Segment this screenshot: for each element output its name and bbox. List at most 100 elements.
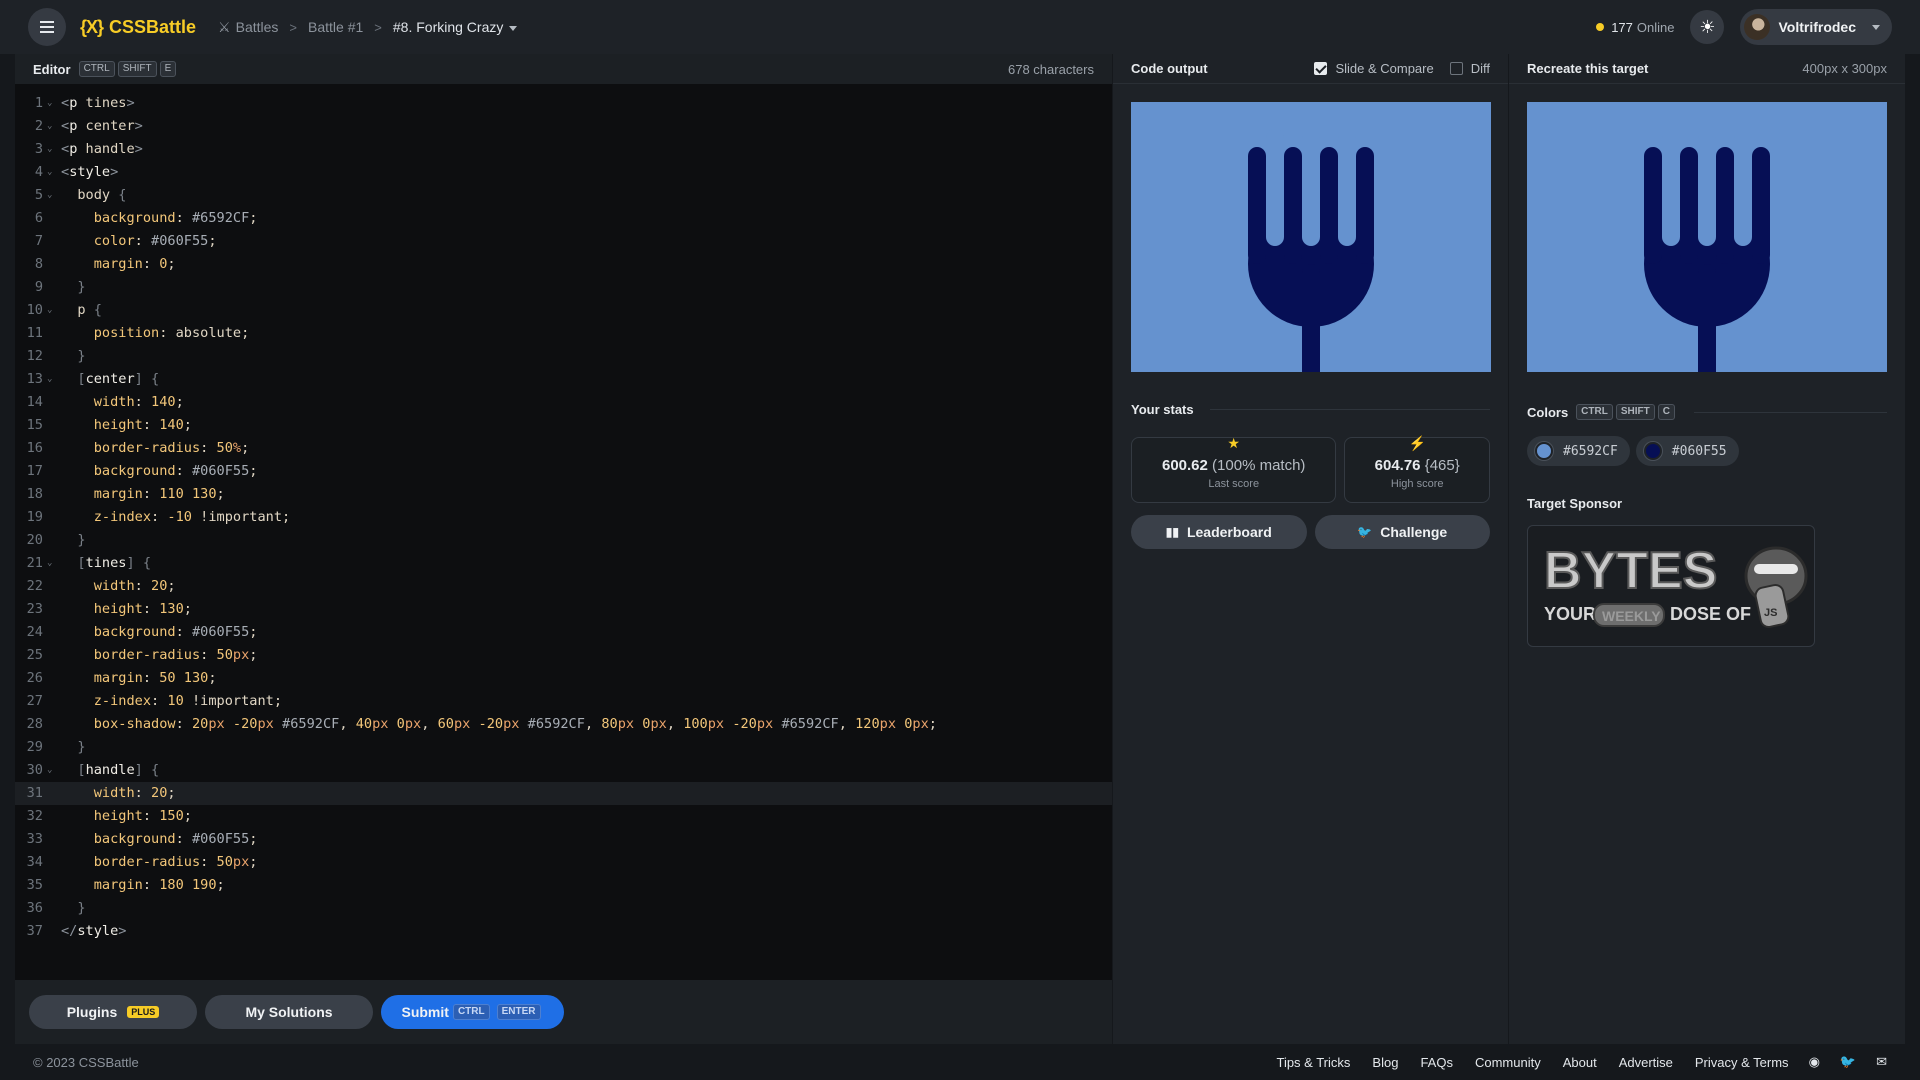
code-line[interactable]: 6 background: #6592CF; [15,207,1112,230]
code-line[interactable]: 12 } [15,345,1112,368]
code-line[interactable]: 28 box-shadow: 20px -20px #6592CF, 40px … [15,713,1112,736]
mail-icon[interactable]: ✉ [1876,1054,1887,1070]
editor-footer: Plugins PLUS My Solutions Submit CTRL EN… [15,980,1112,1044]
line-number: 1 [34,95,43,111]
fold-chevron-icon[interactable]: ⌄ [47,368,61,391]
high-score-card: ⚡ 604.76 {465} High score [1344,435,1490,503]
code-line[interactable]: 7 color: #060F55; [15,230,1112,253]
fold-chevron-icon[interactable]: ⌄ [47,184,61,207]
code-text: <p center> [61,118,143,134]
code-editor[interactable]: 1 ⌄ <p tines> 2 ⌄ <p center> 3 ⌄ <p handle> 4 ⌄ <st… [15,84,1112,943]
footer-link-faqs[interactable]: FAQs [1420,1055,1453,1070]
challenge-button[interactable]: 🐦 Challenge [1314,515,1490,549]
code-line[interactable]: 34 border-radius: 50px; [15,851,1112,874]
line-number: 19 [26,509,43,525]
line-number: 34 [26,854,43,870]
slide-compare-checkbox[interactable] [1314,62,1328,75]
code-line[interactable]: 9 } [15,276,1112,299]
code-text: width: 20; [93,785,176,801]
footer-link-privacy[interactable]: Privacy & Terms [1695,1055,1789,1070]
line-number: 16 [26,440,43,456]
fold-gutter [47,598,61,621]
code-line[interactable]: 18 margin: 110 130; [15,483,1112,506]
color-list: #6592CF #060F55 [1527,436,1887,466]
footer-link-tips[interactable]: Tips & Tricks [1276,1055,1350,1070]
code-line[interactable]: 25 border-radius: 50px; [15,644,1112,667]
code-line[interactable]: 10 ⌄ p { [15,299,1112,322]
code-line[interactable]: 5 ⌄ body { [15,184,1112,207]
code-line[interactable]: 17 background: #060F55; [15,460,1112,483]
code-line[interactable]: 37 </style> [15,920,1112,943]
fold-chevron-icon[interactable]: ⌄ [47,299,61,322]
last-score-value: 600.62 (100% match) [1132,457,1335,474]
code-line[interactable]: 19 z-index: -10 !important; [15,506,1112,529]
fold-gutter [47,506,61,529]
code-line[interactable]: 15 height: 140; [15,414,1112,437]
line-number: 3 [34,141,43,157]
divider [1209,409,1490,410]
leaderboard-button[interactable]: ▮▮ Leaderboard [1131,515,1307,549]
code-line[interactable]: 26 margin: 50 130; [15,667,1112,690]
submit-button[interactable]: Submit CTRL ENTER [381,995,564,1029]
breadcrumb-target[interactable]: #8. Forking Crazy [393,19,518,35]
color-swatch-button[interactable]: #6592CF [1527,436,1630,466]
code-line[interactable]: 2 ⌄ <p center> [15,115,1112,138]
user-menu-button[interactable]: Voltrifrodec [1740,9,1892,45]
fold-chevron-icon[interactable]: ⌄ [47,115,61,138]
code-line[interactable]: 29 } [15,736,1112,759]
code-line[interactable]: 22 width: 20; [15,575,1112,598]
code-text: height: 130; [93,601,192,617]
color-swatch-button[interactable]: #060F55 [1635,436,1739,466]
discord-icon[interactable]: ◉ [1809,1054,1820,1070]
code-line[interactable]: 35 margin: 180 190; [15,874,1112,897]
bytes-logo-image: BYTES YOUR WEEKLY DOSE OF JS [1543,541,1808,628]
code-line[interactable]: 24 background: #060F55; [15,621,1112,644]
breadcrumb-battles[interactable]: Battles [236,19,279,35]
code-line[interactable]: 20 } [15,529,1112,552]
fold-gutter [47,782,61,805]
code-line[interactable]: 36 } [15,897,1112,920]
footer-link-community[interactable]: Community [1475,1055,1541,1070]
code-line[interactable]: 8 margin: 0; [15,253,1112,276]
code-line[interactable]: 33 background: #060F55; [15,828,1112,851]
my-solutions-button[interactable]: My Solutions [205,995,373,1029]
slide-compare-toggle[interactable]: Slide & Compare [1314,61,1434,76]
menu-button[interactable] [28,8,66,46]
code-line[interactable]: 31 width: 20; [15,782,1112,805]
breadcrumb-battle[interactable]: Battle #1 [308,19,363,35]
theme-toggle-button[interactable]: ☀ [1690,10,1725,44]
fold-chevron-icon[interactable]: ⌄ [47,161,61,184]
fold-chevron-icon[interactable]: ⌄ [47,138,61,161]
code-line[interactable]: 23 height: 130; [15,598,1112,621]
code-line[interactable]: 3 ⌄ <p handle> [15,138,1112,161]
code-line[interactable]: 21 ⌄ [tines] { [15,552,1112,575]
footer-link-about[interactable]: About [1563,1055,1597,1070]
code-line[interactable]: 4 ⌄ <style> [15,161,1112,184]
diff-toggle[interactable]: Diff [1449,61,1490,76]
logo[interactable]: {X} CSSBattle [80,17,196,38]
code-line[interactable]: 11 position: absolute; [15,322,1112,345]
sponsor-banner[interactable]: BYTES YOUR WEEKLY DOSE OF JS [1527,525,1815,647]
line-number: 20 [26,532,43,548]
fold-chevron-icon[interactable]: ⌄ [47,92,61,115]
code-line[interactable]: 32 height: 150; [15,805,1112,828]
code-line[interactable]: 1 ⌄ <p tines> [15,92,1112,115]
footer-link-blog[interactable]: Blog [1372,1055,1398,1070]
plus-badge: PLUS [127,1006,160,1018]
code-line[interactable]: 16 border-radius: 50%; [15,437,1112,460]
fold-chevron-icon[interactable]: ⌄ [47,552,61,575]
code-output-canvas[interactable] [1131,102,1491,372]
target-canvas[interactable] [1527,102,1887,372]
code-line[interactable]: 27 z-index: 10 !important; [15,690,1112,713]
fold-gutter [47,828,61,851]
code-line[interactable]: 30 ⌄ [handle] { [15,759,1112,782]
fold-chevron-icon[interactable]: ⌄ [47,759,61,782]
fold-gutter [47,621,61,644]
code-line[interactable]: 14 width: 140; [15,391,1112,414]
code-line[interactable]: 13 ⌄ [center] { [15,368,1112,391]
output-panel: Code output Slide & Compare Diff Your st… [1113,54,1508,1044]
diff-checkbox[interactable] [1449,62,1463,75]
twitter-icon[interactable]: 🐦 [1840,1054,1856,1070]
plugins-button[interactable]: Plugins PLUS [29,995,197,1029]
footer-link-advertise[interactable]: Advertise [1619,1055,1673,1070]
